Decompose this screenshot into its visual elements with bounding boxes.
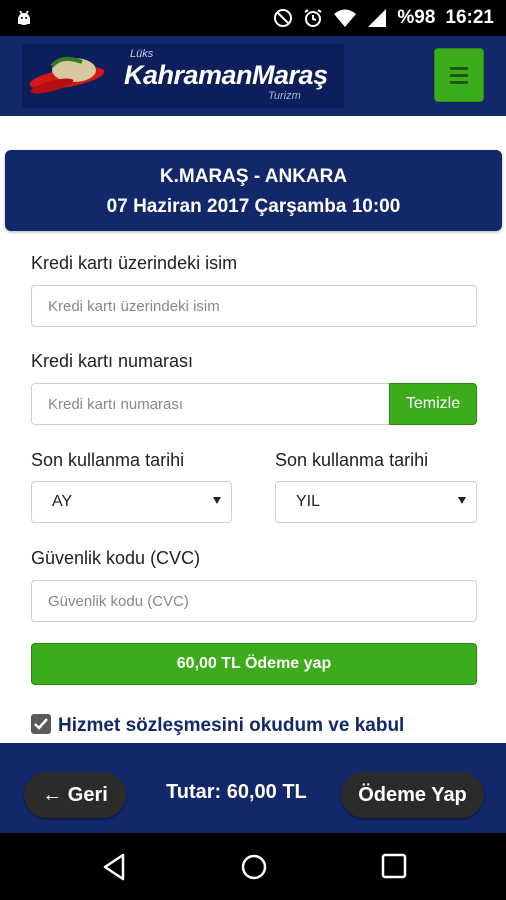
- trip-info-panel: K.MARAŞ - ANKARA 07 Haziran 2017 Çarşamb…: [5, 150, 502, 231]
- pepper-logo-icon: [29, 56, 105, 94]
- terms-checkbox[interactable]: [31, 714, 51, 734]
- app-header: Lüks KahramanMaraş Turizm: [0, 36, 506, 116]
- wifi-icon: [333, 8, 357, 28]
- expiry-month-label: Son kullanma tarihi: [31, 450, 185, 470]
- signal-icon: [367, 8, 387, 28]
- footer-bar: ← Geri Tutar: 60,00 TL Ödeme Yap: [0, 743, 506, 833]
- trip-route: K.MARAŞ - ANKARA: [159, 166, 348, 187]
- do-not-disturb-icon: [273, 8, 293, 28]
- back-nav-icon[interactable]: [101, 853, 127, 886]
- expiry-year-value: YIL: [296, 493, 321, 510]
- terms-label[interactable]: Hizmet sözleşmesini okudum ve kabul: [58, 715, 404, 737]
- expiry-year-select[interactable]: YIL: [275, 481, 477, 523]
- card-number-label: Kredi kartı numarası: [31, 351, 194, 371]
- back-button[interactable]: ← Geri: [24, 772, 126, 818]
- hamburger-line: [450, 73, 468, 77]
- dropdown-arrow-icon: [213, 497, 221, 504]
- status-bar: %98 16:21: [0, 0, 506, 36]
- clear-button[interactable]: Temizle: [389, 383, 477, 425]
- card-number-input[interactable]: Kredi kartı numarası: [31, 383, 390, 425]
- checkout-button[interactable]: Ödeme Yap: [341, 772, 484, 818]
- logo-brand-text: KahramanMaraş: [124, 60, 328, 90]
- dropdown-arrow-icon: [458, 497, 466, 504]
- cvc-input[interactable]: Güvenlik kodu (CVC): [31, 580, 477, 622]
- expiry-month-value: AY: [52, 493, 73, 510]
- expiry-year-label: Son kullanma tarihi: [275, 450, 429, 470]
- logo-sub-text: Turizm: [268, 90, 301, 102]
- cvc-label: Güvenlik kodu (CVC): [31, 548, 201, 568]
- hamburger-icon: [450, 66, 468, 70]
- clock-text: 16:21: [445, 7, 494, 28]
- pay-button[interactable]: 60,00 TL Ödeme yap: [31, 643, 477, 685]
- card-name-label: Kredi kartı üzerindeki isim: [31, 253, 238, 273]
- recents-nav-icon[interactable]: [381, 853, 407, 884]
- logo[interactable]: Lüks KahramanMaraş Turizm: [22, 44, 344, 108]
- hamburger-line: [450, 80, 468, 84]
- system-nav-bar: [0, 833, 506, 900]
- alarm-icon: [303, 8, 323, 28]
- android-icon: [14, 8, 34, 28]
- menu-button[interactable]: [434, 48, 484, 102]
- home-nav-icon[interactable]: [240, 853, 268, 886]
- battery-text: %98: [397, 7, 436, 28]
- card-name-input[interactable]: Kredi kartı üzerindeki isim: [31, 285, 477, 327]
- expiry-month-select[interactable]: AY: [31, 481, 232, 523]
- total-amount: Tutar: 60,00 TL: [166, 781, 307, 803]
- logo-small-text: Lüks: [130, 48, 154, 60]
- checkmark-icon: [34, 718, 48, 730]
- trip-datetime: 07 Haziran 2017 Çarşamba 10:00: [106, 196, 401, 217]
